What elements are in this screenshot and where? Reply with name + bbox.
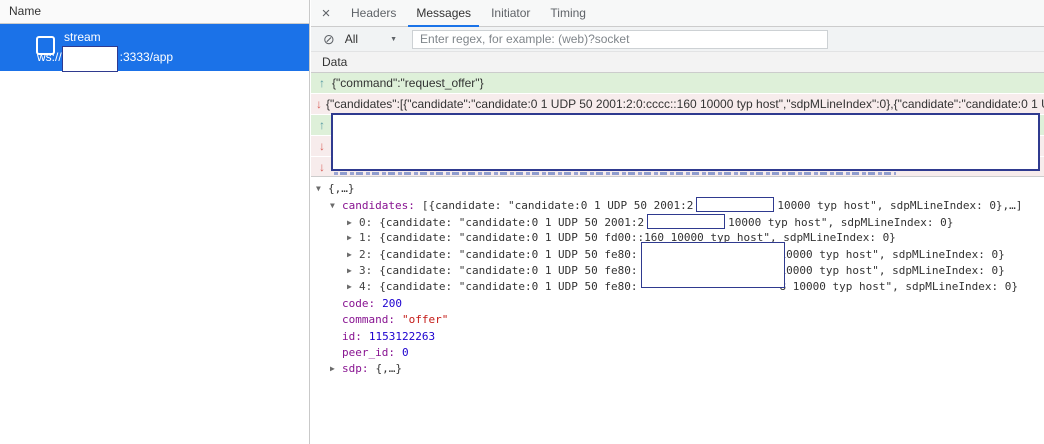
tree-row-candidates[interactable]: candidates: [{candidate: "candidate:0 1 U…	[311, 197, 1044, 213]
tab-timing[interactable]: Timing	[540, 0, 596, 26]
tree-row-id: id: 1153122263	[311, 329, 1044, 345]
property-value: 0	[402, 346, 409, 359]
request-name: stream	[64, 30, 101, 44]
json-tree-view: {,…} candidates: [{candidate: "candidate:…	[311, 176, 1044, 444]
redacted-text-gap	[638, 289, 780, 290]
devtools-network-panel: Name stream ws:// :3333/app × Headers Mes…	[0, 0, 1044, 444]
tab-headers[interactable]: Headers	[341, 0, 406, 26]
object-preview: {,…}	[328, 182, 355, 195]
sent-arrow-icon: ↑	[316, 118, 328, 132]
property-value: 200	[382, 297, 402, 310]
tree-row-sdp[interactable]: sdp: {,…}	[311, 361, 1044, 377]
array-index: 4:	[359, 280, 372, 293]
request-row-stream[interactable]: stream ws:// :3333/app	[0, 24, 309, 71]
object-preview: {candidate: "candidate:0 1 UDP 50 fe80:	[379, 280, 637, 293]
sent-arrow-icon: ↑	[316, 76, 328, 90]
triangle-collapsed-icon[interactable]	[347, 279, 359, 295]
property-key: peer_id:	[342, 346, 395, 359]
property-key: candidates:	[342, 199, 415, 212]
received-arrow-icon: ↓	[316, 97, 322, 111]
object-preview: {candidate: "candidate:0 1 UDP 50 fd00::…	[379, 231, 896, 244]
property-key: code:	[342, 297, 375, 310]
tab-messages[interactable]: Messages	[406, 0, 481, 26]
received-arrow-icon: ↓	[316, 139, 328, 153]
requests-panel: Name stream ws:// :3333/app	[0, 0, 310, 444]
request-url-path: :3333/app	[120, 50, 173, 64]
object-preview: {candidate: "candidate:0 1 UDP 50 fe80:	[379, 264, 637, 277]
received-arrow-icon: ↓	[316, 160, 328, 174]
tree-row-peer-id: peer_id: 0	[311, 345, 1044, 361]
ws-frame-row[interactable]: ↑ {"command":"request_offer"}	[311, 73, 1044, 94]
clear-icon[interactable]: ⊘	[323, 32, 335, 46]
object-preview: 10000 typ host", sdpMLineIndex: 0}	[728, 216, 953, 229]
ws-frames-list: ↑ {"command":"request_offer"} ↓ {"candid…	[311, 73, 1044, 176]
data-column-header: Data	[311, 52, 1044, 73]
close-icon[interactable]: ×	[311, 0, 341, 26]
property-key: id:	[342, 330, 362, 343]
tree-row-code: code: 200	[311, 296, 1044, 312]
object-preview: 8 10000 typ host", sdpMLineIndex: 0}	[780, 280, 1018, 293]
redaction-box	[696, 197, 774, 212]
tab-initiator[interactable]: Initiator	[481, 0, 540, 26]
array-index: 1:	[359, 231, 372, 244]
redaction-box	[331, 113, 1040, 171]
property-value: "offer"	[402, 313, 448, 326]
frame-type-selected: All	[345, 32, 358, 46]
triangle-collapsed-icon[interactable]	[347, 263, 359, 279]
array-index: 0:	[359, 216, 372, 229]
object-preview: {candidate: "candidate:0 1 UDP 50 2001:2	[379, 216, 644, 229]
property-value: {,…}	[376, 362, 403, 375]
frame-payload: {"candidates":[{"candidate":"candidate:0…	[326, 97, 1044, 111]
property-key: command:	[342, 313, 395, 326]
object-preview: 10000 typ host", sdpMLineIndex: 0}	[780, 248, 1005, 261]
messages-filter-toolbar: ⊘ All ▼	[311, 27, 1044, 52]
name-column-header: Name	[0, 0, 309, 24]
property-value: 1153122263	[369, 330, 435, 343]
ws-frame-row[interactable]: ↓ {"candidates":[{"candidate":"candidate…	[311, 94, 1044, 115]
frame-payload: {"command":"request_offer"}	[332, 76, 484, 90]
triangle-collapsed-icon[interactable]	[347, 247, 359, 263]
tree-row-candidate-0[interactable]: 0: {candidate: "candidate:0 1 UDP 50 2001…	[311, 214, 1044, 230]
redaction-box	[647, 214, 725, 229]
property-key: sdp:	[342, 362, 369, 375]
object-preview: {candidate: "candidate:0 1 UDP 50 fe80:	[379, 248, 637, 261]
tree-row-command: command: "offer"	[311, 312, 1044, 328]
array-preview: [{candidate: "candidate:0 1 UDP 50 2001:…	[422, 199, 694, 212]
array-preview: 10000 typ host", sdpMLineIndex: 0},…]	[777, 199, 1022, 212]
tree-root[interactable]: {,…}	[311, 181, 1044, 197]
array-index: 3:	[359, 264, 372, 277]
triangle-collapsed-icon[interactable]	[330, 361, 342, 377]
array-index: 2:	[359, 248, 372, 261]
request-url-scheme: ws://	[37, 50, 62, 64]
object-preview: 10000 typ host", sdpMLineIndex: 0}	[780, 264, 1005, 277]
redaction-box	[62, 46, 118, 72]
triangle-expanded-icon[interactable]	[330, 198, 342, 214]
clipped-frame-text	[334, 172, 896, 175]
request-detail-pane: × Headers Messages Initiator Timing ⊘ Al…	[311, 0, 1044, 444]
detail-tabbar: × Headers Messages Initiator Timing	[311, 0, 1044, 27]
triangle-collapsed-icon[interactable]	[347, 215, 359, 231]
regex-filter-input[interactable]	[412, 30, 828, 49]
frame-type-dropdown[interactable]: All ▼	[335, 32, 397, 46]
chevron-down-icon: ▼	[390, 36, 397, 43]
redaction-box	[641, 242, 785, 288]
triangle-expanded-icon[interactable]	[316, 181, 328, 197]
triangle-collapsed-icon[interactable]	[347, 230, 359, 246]
